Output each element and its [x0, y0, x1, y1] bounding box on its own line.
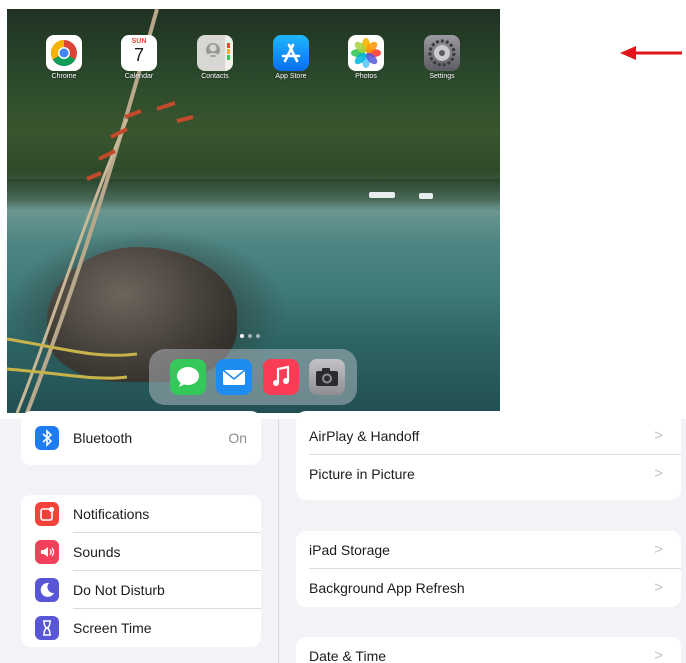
- settings-row-screen-time[interactable]: Screen Time: [21, 609, 261, 647]
- chevron-right-icon: >: [654, 647, 663, 663]
- settings-row-date-time[interactable]: Date & Time >: [296, 637, 681, 663]
- settings-group-date: Date & Time >: [296, 637, 681, 663]
- app-contacts[interactable]: Contacts: [187, 35, 243, 80]
- settings-row-do-not-disturb[interactable]: Do Not Disturb: [21, 571, 261, 609]
- settings-row-label: Date & Time: [309, 648, 387, 663]
- chevron-right-icon: >: [654, 579, 663, 596]
- settings-row-label: Background App Refresh: [309, 580, 465, 596]
- dock: [149, 349, 357, 405]
- bluetooth-icon: [35, 426, 59, 450]
- settings-row-label: Bluetooth: [73, 430, 133, 446]
- app-calendar[interactable]: SUN 7 Calendar: [111, 35, 167, 80]
- page-indicator[interactable]: [240, 325, 270, 338]
- mail-icon[interactable]: [216, 359, 252, 395]
- chrome-icon: [46, 35, 82, 71]
- annotation-arrow-icon: [620, 46, 682, 60]
- settings-row-label: Notifications: [73, 506, 150, 522]
- moon-icon: [35, 578, 59, 602]
- app-label: Chrome: [51, 73, 77, 80]
- settings-row-label: Do Not Disturb: [73, 582, 165, 598]
- chevron-right-icon: >: [654, 427, 663, 444]
- calendar-date: 7: [133, 45, 144, 65]
- settings-row-ipad-storage[interactable]: iPad Storage >: [296, 531, 681, 569]
- settings-row-bluetooth[interactable]: Bluetooth On: [21, 419, 261, 457]
- chevron-right-icon: >: [654, 541, 663, 558]
- camera-icon[interactable]: [309, 359, 345, 395]
- settings-screen: Bluetooth On Notifications Sounds Do Not…: [0, 411, 686, 663]
- app-label: Calendar: [124, 73, 154, 80]
- messages-icon[interactable]: [170, 359, 206, 395]
- app-label: App Store: [275, 73, 307, 80]
- settings-row-picture-in-picture[interactable]: Picture in Picture >: [296, 455, 681, 493]
- settings-row-label: iPad Storage: [309, 542, 390, 558]
- app-chrome[interactable]: Chrome: [36, 35, 92, 80]
- settings-row-label: Sounds: [73, 544, 121, 560]
- app-store-icon: [273, 35, 309, 71]
- settings-row-label: Picture in Picture: [309, 466, 415, 482]
- music-icon[interactable]: [263, 359, 299, 395]
- home-screen: Chrome SUN 7 Calendar Contacts App Store…: [7, 9, 500, 413]
- split-divider: [278, 419, 279, 663]
- notifications-icon: [35, 502, 59, 526]
- settings-group-airplay: AirPlay & Handoff > Picture in Picture >: [296, 411, 681, 500]
- app-photos[interactable]: Photos: [338, 35, 394, 80]
- settings-group-connectivity: Bluetooth On: [21, 411, 261, 465]
- settings-group-notifications: Notifications Sounds Do Not Disturb Scre…: [21, 495, 261, 647]
- settings-row-label: AirPlay & Handoff: [309, 428, 420, 444]
- settings-row-notifications[interactable]: Notifications: [21, 495, 261, 533]
- bluetooth-status: On: [228, 430, 247, 446]
- app-grid: Chrome SUN 7 Calendar Contacts App Store…: [7, 35, 500, 85]
- settings-row-airplay-handoff[interactable]: AirPlay & Handoff >: [296, 417, 681, 455]
- contacts-icon: [197, 35, 233, 71]
- settings-row-sounds[interactable]: Sounds: [21, 533, 261, 571]
- photos-icon: [348, 35, 384, 71]
- settings-icon: [424, 35, 460, 71]
- settings-row-background-app-refresh[interactable]: Background App Refresh >: [296, 569, 681, 607]
- hourglass-icon: [35, 616, 59, 640]
- app-label: Settings: [429, 73, 455, 80]
- chevron-right-icon: >: [654, 465, 663, 482]
- app-label: Contacts: [201, 73, 229, 80]
- sounds-icon: [35, 540, 59, 564]
- app-app-store[interactable]: App Store: [263, 35, 319, 80]
- app-label: Photos: [355, 73, 377, 80]
- calendar-day: SUN: [131, 38, 147, 45]
- app-settings[interactable]: Settings: [414, 35, 470, 80]
- settings-row-label: Screen Time: [73, 620, 152, 636]
- calendar-icon: SUN 7: [121, 35, 157, 71]
- settings-group-storage: iPad Storage > Background App Refresh >: [296, 531, 681, 607]
